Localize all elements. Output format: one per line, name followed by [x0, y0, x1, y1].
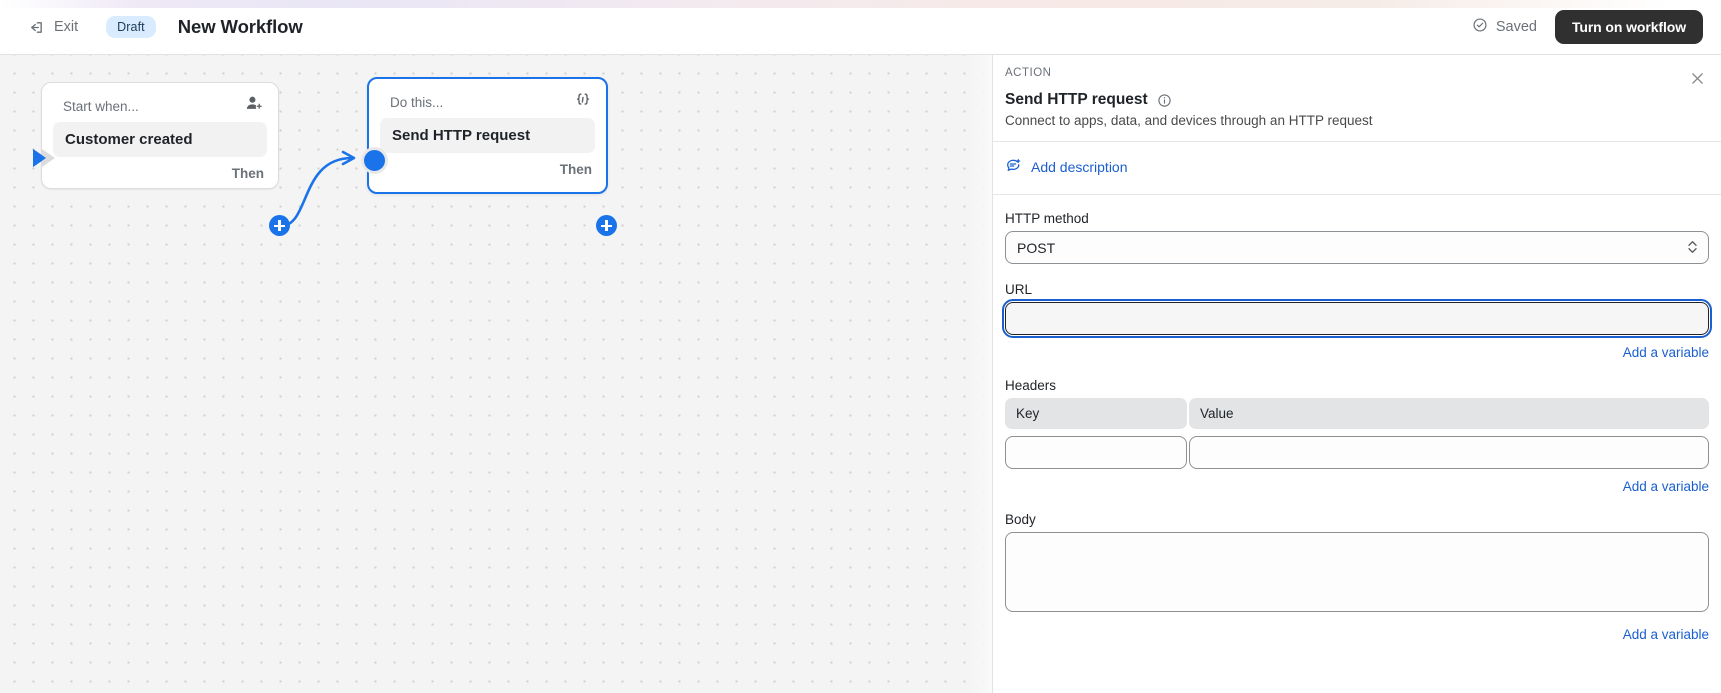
trigger-node-footer: Then [42, 157, 278, 181]
trigger-node-label: Start when... [63, 98, 139, 114]
url-label: URL [1005, 282, 1033, 297]
workflow-builder-app: Exit Draft New Workflow Saved Turn on wo… [0, 0, 1721, 693]
exit-icon [28, 19, 45, 36]
action-node-label: Do this... [390, 94, 444, 110]
add-description-row: Add description [993, 142, 1721, 195]
headers-value-column-label: Value [1189, 398, 1709, 429]
url-input[interactable] [1002, 299, 1712, 338]
action-then-label: Then [559, 162, 592, 177]
saved-status: Saved [1472, 17, 1537, 37]
description-bubble-icon [1005, 157, 1022, 177]
page-title: New Workflow [177, 16, 303, 37]
add-description-button[interactable]: Add description [1005, 157, 1128, 177]
body-label: Body [1005, 512, 1036, 527]
trigger-then-label: Then [231, 166, 264, 181]
workflow-node-action[interactable]: Do this... Send HTTP request Then [367, 77, 608, 194]
header-gradient-accent [0, 0, 1721, 8]
header-key-input[interactable] [1005, 436, 1187, 469]
saved-label: Saved [1495, 19, 1537, 35]
header-value-input[interactable] [1189, 436, 1709, 469]
add-customer-icon [245, 94, 264, 118]
panel-form-body: HTTP method POST URL Add a variable Head… [993, 195, 1721, 642]
action-node-body: Send HTTP request [369, 113, 606, 153]
add-description-label: Add description [1031, 159, 1128, 175]
workflow-node-trigger[interactable]: Start when... Customer created Then [41, 82, 279, 189]
status-badge: Draft [106, 16, 156, 38]
action-node-chip[interactable]: Send HTTP request [380, 118, 595, 153]
add-step-after-action-button[interactable] [596, 215, 617, 236]
action-config-panel: ACTION Send HTTP request Connect to apps… [992, 55, 1721, 693]
headers-column-headers: Key Value [1005, 398, 1709, 429]
action-node-header: Do this... [369, 79, 606, 113]
headers-add-variable-link[interactable]: Add a variable [1005, 479, 1709, 494]
panel-subtitle: Connect to apps, data, and devices throu… [1005, 113, 1373, 128]
panel-header: ACTION Send HTTP request Connect to apps… [993, 55, 1721, 142]
add-step-after-trigger-button[interactable] [269, 215, 290, 236]
code-braces-icon [574, 91, 592, 114]
headers-label: Headers [1005, 378, 1057, 393]
trigger-start-arrow-icon [31, 146, 55, 170]
body-add-variable-link[interactable]: Add a variable [1005, 627, 1709, 642]
canvas-edge-fade [966, 55, 992, 693]
close-icon[interactable] [1687, 68, 1707, 88]
workflow-canvas[interactable]: Start when... Customer created Then Do t… [0, 55, 992, 693]
http-method-select[interactable]: POST [1005, 231, 1709, 264]
body-field: Body Add a variable [1005, 512, 1709, 642]
panel-title: Send HTTP request [1005, 91, 1148, 108]
info-icon[interactable] [1157, 93, 1172, 108]
action-node-footer: Then [369, 153, 606, 177]
headers-row [1005, 436, 1709, 469]
top-header-bar: Exit Draft New Workflow Saved Turn on wo… [0, 0, 1721, 55]
headers-field: Headers Key Value Add a variable [1005, 378, 1709, 494]
http-method-label: HTTP method [1005, 211, 1089, 226]
trigger-node-chip[interactable]: Customer created [53, 122, 267, 157]
check-circle-icon [1472, 17, 1488, 37]
headers-key-column-label: Key [1005, 398, 1187, 429]
action-node-input-handle[interactable] [361, 147, 388, 174]
exit-label: Exit [54, 19, 79, 35]
turn-on-workflow-button[interactable]: Turn on workflow [1554, 10, 1703, 44]
body-textarea[interactable] [1005, 532, 1709, 612]
panel-eyebrow-label: ACTION [1005, 67, 1052, 79]
trigger-node-header: Start when... [42, 83, 278, 117]
url-add-variable-link[interactable]: Add a variable [1005, 345, 1709, 360]
url-field: URL Add a variable [1002, 282, 1712, 360]
http-method-field: HTTP method POST [1005, 211, 1709, 264]
exit-button[interactable]: Exit [22, 15, 84, 40]
trigger-node-body: Customer created [42, 117, 278, 157]
